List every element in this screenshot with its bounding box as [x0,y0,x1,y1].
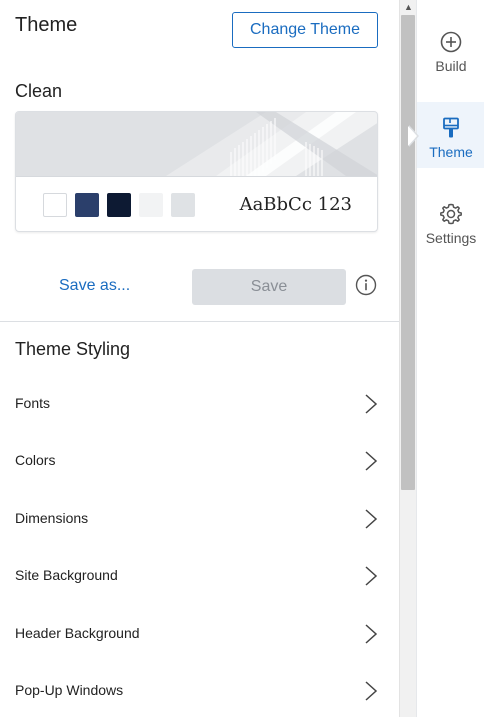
styling-item-colors[interactable]: Colors [0,442,385,482]
styling-item-popup-windows[interactable]: Pop-Up Windows [0,672,385,712]
theme-panel: Theme Change Theme Clean AaBbCc 123 Save… [0,0,399,717]
styling-item-label: Pop-Up Windows [15,682,124,698]
current-theme-name: Clean [15,81,63,101]
save-button[interactable]: Save [192,269,346,305]
styling-item-label: Site Background [15,567,118,583]
chevron-right-icon [365,624,378,644]
paintbrush-icon [443,117,459,138]
rail-item-label: Settings [425,230,477,246]
chevron-right-icon [365,394,378,414]
styling-item-dimensions[interactable]: Dimensions [0,500,385,540]
rail-item-theme[interactable]: Theme [417,102,484,168]
theme-preview-card[interactable]: AaBbCc 123 [15,111,378,232]
rail-item-settings[interactable]: Settings [417,188,484,254]
active-pointer [408,126,417,146]
color-swatch [75,193,99,217]
rail-item-label: Build [435,58,467,74]
chevron-right-icon [365,451,378,471]
theme-preview-image [16,112,377,176]
styling-item-header-background[interactable]: Header Background [0,615,385,655]
color-swatch [107,193,131,217]
rail-item-label: Theme [429,144,473,160]
font-sample-text: AaBbCc 123 [239,194,352,215]
color-swatch [171,193,195,217]
styling-item-label: Header Background [15,625,140,641]
plus-circle-icon [440,31,462,53]
theme-styling-title: Theme Styling [15,339,131,359]
save-as-link[interactable]: Save as... [59,277,130,295]
styling-item-label: Fonts [15,395,51,411]
info-icon[interactable] [355,274,377,296]
right-rail: Build Theme Settings [416,0,484,717]
styling-item-site-background[interactable]: Site Background [0,557,385,597]
abstract-pattern-image [16,112,377,176]
section-divider [0,321,399,322]
scrollbar-thumb[interactable] [401,15,415,490]
styling-item-label: Colors [15,452,56,468]
styling-item-label: Dimensions [15,510,89,526]
styling-item-fonts[interactable]: Fonts [0,385,385,425]
change-theme-button[interactable]: Change Theme [232,12,378,48]
color-swatch [139,193,163,217]
chevron-right-icon [365,681,378,701]
color-swatch [43,193,67,217]
chevron-right-icon [365,509,378,529]
panel-scrollbar[interactable]: ▲ [399,0,416,717]
rail-item-build[interactable]: Build [417,16,484,82]
scroll-up-arrow-icon[interactable]: ▲ [400,0,417,14]
panel-title: Theme [15,14,78,36]
chevron-right-icon [365,566,378,586]
gear-icon [440,203,462,225]
theme-sample-row: AaBbCc 123 [16,176,377,231]
